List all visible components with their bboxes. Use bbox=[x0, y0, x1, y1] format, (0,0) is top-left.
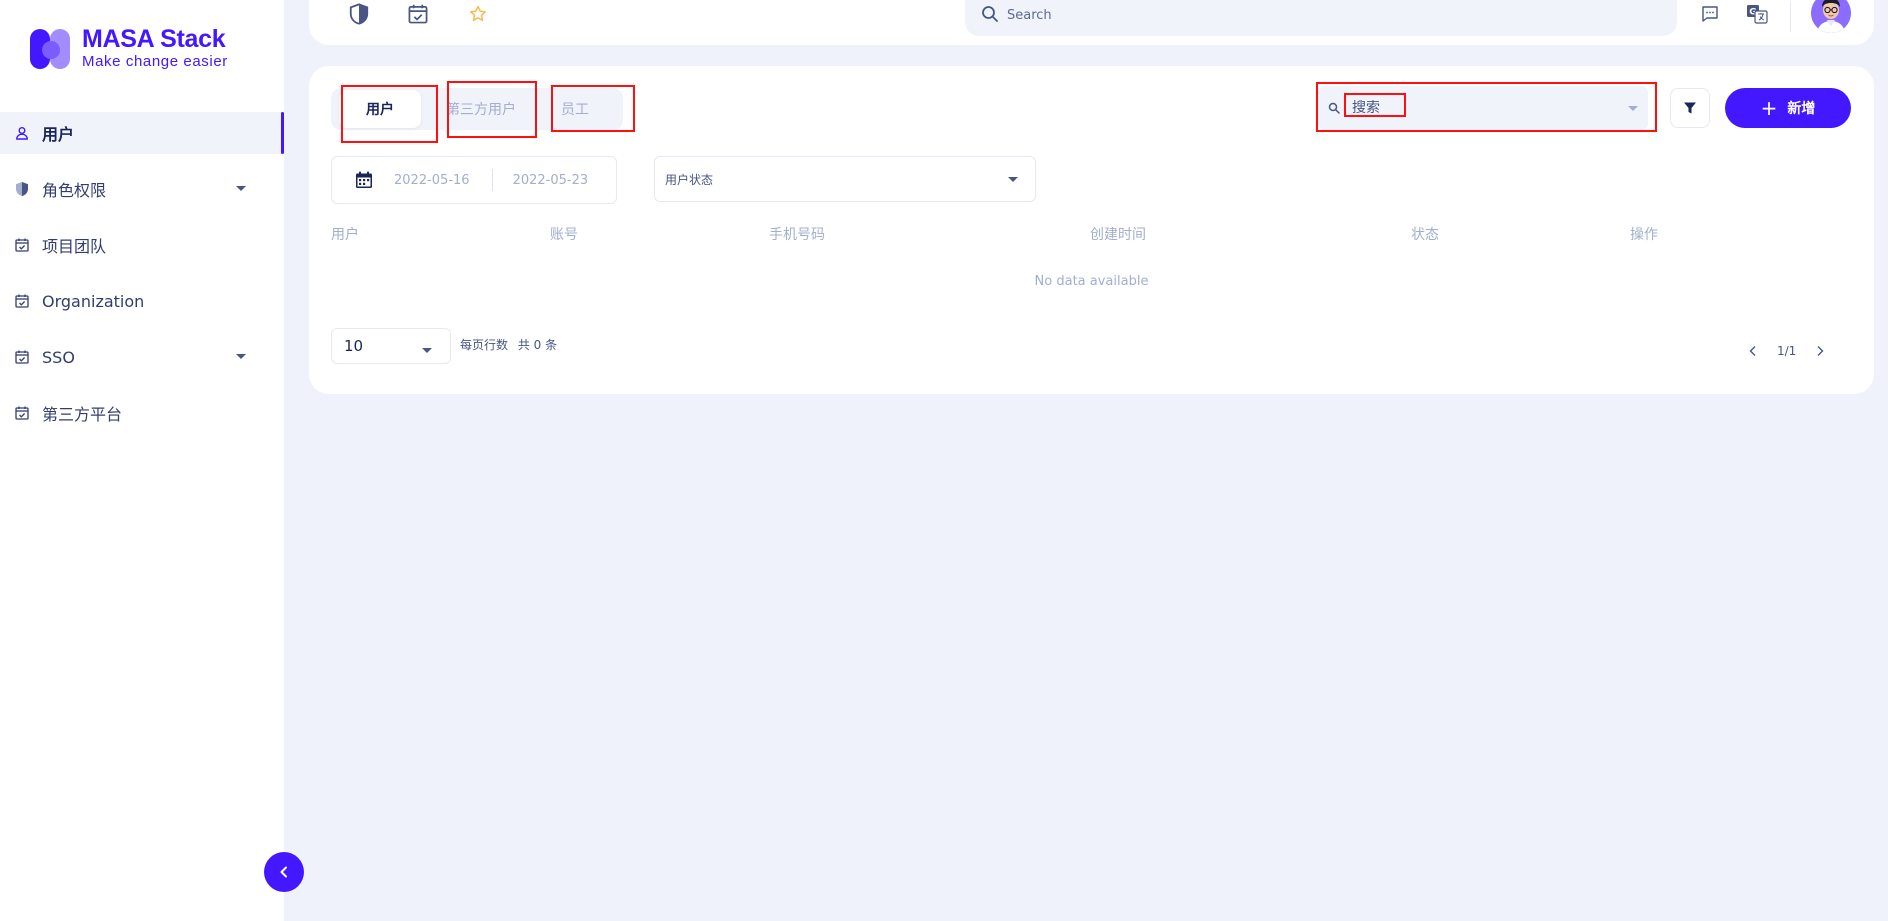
add-user-button[interactable]: + 新增 bbox=[1725, 88, 1851, 128]
search-icon bbox=[1328, 102, 1340, 114]
column-header[interactable]: 手机号码 bbox=[769, 224, 825, 244]
brand-subtitle: Make change easier bbox=[82, 53, 228, 70]
calendar-icon bbox=[356, 171, 372, 188]
empty-state-text: No data available bbox=[1034, 274, 1149, 289]
tab-employees[interactable]: 员工 bbox=[543, 88, 607, 130]
calendar-check-icon bbox=[14, 293, 30, 309]
chevron-down-icon bbox=[1628, 106, 1638, 111]
date-separator bbox=[491, 169, 493, 191]
column-header[interactable]: 创建时间 bbox=[1090, 224, 1146, 244]
sidebar-item-label: Organization bbox=[42, 291, 145, 311]
sidebar-item-label: 用户 bbox=[42, 125, 75, 144]
column-header[interactable]: 用户 bbox=[331, 224, 359, 244]
filter-icon bbox=[1684, 102, 1696, 114]
total-count: 共 0 条 bbox=[517, 338, 558, 352]
plus-icon: + bbox=[1760, 96, 1778, 120]
calendar-check-icon bbox=[14, 237, 30, 253]
message-icon[interactable] bbox=[1698, 2, 1722, 26]
user-type-tabs: 用户 第三方用户 员工 bbox=[331, 88, 623, 130]
sidebar-item-label: 项目团队 bbox=[42, 237, 107, 256]
search-icon bbox=[982, 6, 998, 22]
star-icon[interactable] bbox=[466, 2, 490, 26]
date-range-picker[interactable]: 2022-05-16 2022-05-23 bbox=[331, 156, 617, 204]
add-button-label: 新增 bbox=[1787, 101, 1816, 117]
calendar-check-icon[interactable] bbox=[406, 2, 430, 26]
sidebar-item-label: 第三方平台 bbox=[42, 405, 123, 424]
pagination-nav: 1/1 bbox=[1743, 342, 1830, 360]
user-avatar[interactable] bbox=[1811, 0, 1851, 33]
logo-mark-icon bbox=[30, 27, 72, 69]
tab-third-party-users[interactable]: 第三方用户 bbox=[437, 88, 525, 130]
start-date[interactable]: 2022-05-16 bbox=[394, 173, 470, 188]
sidebar-item-project-team[interactable]: 项目团队 bbox=[0, 224, 284, 266]
shield-icon bbox=[14, 181, 30, 197]
user-status-placeholder: 用户状态 bbox=[665, 172, 714, 187]
chevron-down-icon bbox=[1008, 177, 1018, 182]
tab-users[interactable]: 用户 bbox=[339, 90, 421, 128]
page-indicator: 1/1 bbox=[1777, 344, 1797, 358]
column-header[interactable]: 账号 bbox=[550, 224, 578, 244]
sidebar-item-third-party-platform[interactable]: 第三方平台 bbox=[0, 392, 284, 434]
user-status-select[interactable]: 用户状态 bbox=[654, 156, 1036, 202]
chevron-left-icon bbox=[1749, 346, 1756, 356]
shield-icon[interactable] bbox=[347, 2, 371, 26]
global-search-input[interactable] bbox=[1007, 8, 1607, 23]
table-header: 用户 账号 手机号码 创建时间 状态 操作 bbox=[331, 224, 1851, 244]
user-search-input[interactable] bbox=[1352, 100, 1602, 116]
calendar-check-icon bbox=[14, 405, 30, 421]
sidebar-item-label: 角色权限 bbox=[42, 181, 107, 200]
prev-page-button[interactable] bbox=[1743, 341, 1763, 361]
chevron-left-icon bbox=[280, 866, 287, 878]
user-search-select[interactable] bbox=[1318, 86, 1648, 130]
sidebar-item-sso[interactable]: SSO bbox=[0, 336, 284, 378]
brand-logo[interactable]: MASA Stack Make change easier bbox=[30, 24, 228, 72]
sidebar-collapse-button[interactable] bbox=[264, 852, 304, 892]
rows-per-page-label: 每页行数 bbox=[460, 338, 509, 352]
sidebar-item-users[interactable]: 用户 bbox=[0, 112, 284, 154]
next-page-button[interactable] bbox=[1810, 341, 1830, 361]
sidebar-nav: 用户 角色权限 项目团队 Organization SSO 第三方平台 bbox=[0, 112, 284, 448]
translate-icon[interactable]: G bbox=[1745, 2, 1769, 26]
pagination-info: 每页行数 共 0 条 bbox=[460, 336, 557, 353]
chevron-down-icon bbox=[236, 354, 246, 359]
column-header[interactable]: 操作 bbox=[1630, 224, 1658, 244]
sidebar-item-roles[interactable]: 角色权限 bbox=[0, 168, 284, 210]
brand-title: MASA Stack bbox=[82, 25, 226, 53]
chevron-down-icon bbox=[236, 186, 246, 191]
user-icon bbox=[14, 125, 30, 141]
column-header[interactable]: 状态 bbox=[1411, 224, 1439, 244]
rows-per-page-select[interactable]: 10 bbox=[331, 328, 451, 364]
top-bar: G bbox=[309, 0, 1874, 45]
sidebar: MASA Stack Make change easier 用户 角色权限 项目… bbox=[0, 0, 284, 921]
sidebar-item-label: SSO bbox=[42, 347, 75, 367]
chevron-right-icon bbox=[1817, 346, 1824, 356]
global-search[interactable] bbox=[965, 0, 1677, 36]
calendar-check-icon bbox=[14, 349, 30, 365]
filter-button[interactable] bbox=[1670, 88, 1710, 128]
rows-per-page-value: 10 bbox=[344, 337, 364, 355]
users-card: 用户 第三方用户 员工 + 新增 2022-05-16 2022-05-23 用… bbox=[309, 66, 1874, 394]
end-date[interactable]: 2022-05-23 bbox=[513, 173, 589, 188]
chevron-down-icon bbox=[422, 348, 432, 353]
sidebar-item-organization[interactable]: Organization bbox=[0, 280, 284, 322]
